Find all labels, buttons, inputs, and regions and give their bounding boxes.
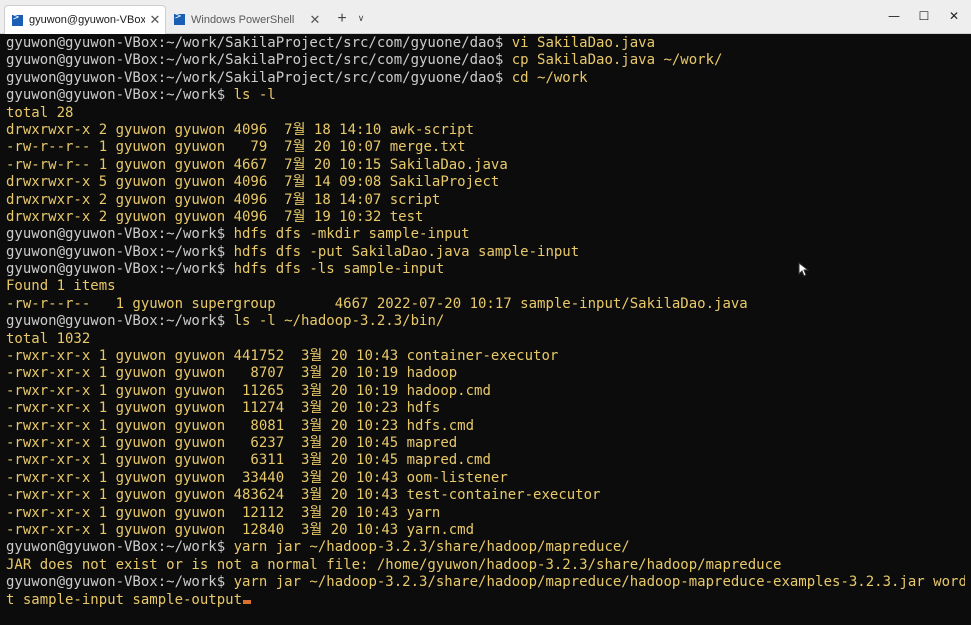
tab-windows-powershell[interactable]: Windows PowerShell ✕: [167, 5, 325, 34]
output-line: -rwxr-xr-x 1 gyuwon gyuwon 8707 3월 20 10…: [6, 365, 965, 382]
command-text: cd ~/work: [511, 69, 588, 86]
output-text: Found 1 items: [6, 278, 116, 295]
output-line: -rwxr-xr-x 1 gyuwon gyuwon 8081 3월 20 10…: [6, 418, 965, 435]
command-text: yarn jar ~/hadoop-3.2.3/share/hadoop/map…: [233, 574, 965, 591]
output-line: t sample-input sample-output: [6, 592, 965, 609]
output-line: -rw-r--r-- 1 gyuwon gyuwon 79 7월 20 10:0…: [6, 139, 965, 156]
output-text: drwxrwxr-x 2 gyuwon gyuwon 4096 7월 18 14…: [6, 191, 441, 208]
prompt-text: gyuwon@gyuwon-VBox:~/work$: [6, 87, 234, 104]
output-line: -rwxr-xr-x 1 gyuwon gyuwon 11274 3월 20 1…: [6, 400, 965, 417]
close-window-button[interactable]: ✕: [939, 6, 969, 26]
output-text: drwxrwxr-x 2 gyuwon gyuwon 4096 7월 18 14…: [6, 121, 475, 138]
command-line: gyuwon@gyuwon-VBox:~/work$ hdfs dfs -ls …: [6, 261, 965, 278]
prompt-text: gyuwon@gyuwon-VBox:~/work/SakilaProject/…: [6, 69, 512, 86]
output-text: -rwxr-xr-x 1 gyuwon gyuwon 441752 3월 20 …: [6, 348, 559, 365]
output-line: -rwxr-xr-x 1 gyuwon gyuwon 33440 3월 20 1…: [6, 470, 965, 487]
output-line: -rw-r--r-- 1 gyuwon supergroup 4667 2022…: [6, 296, 965, 313]
output-line: -rwxr-xr-x 1 gyuwon gyuwon 6237 3월 20 10…: [6, 435, 965, 452]
prompt-text: gyuwon@gyuwon-VBox:~/work$: [6, 226, 234, 243]
command-text: hdfs dfs -ls sample-input: [233, 261, 445, 278]
tab-label: gyuwon@gyuwon-VBox: ~/v: [29, 14, 145, 26]
output-text: -rwxr-xr-x 1 gyuwon gyuwon 6311 3월 20 10…: [6, 452, 491, 469]
output-line: -rw-rw-r-- 1 gyuwon gyuwon 4667 7월 20 10…: [6, 157, 965, 174]
output-line: drwxrwxr-x 2 gyuwon gyuwon 4096 7월 18 14…: [6, 122, 965, 139]
command-line: gyuwon@gyuwon-VBox:~/work$ hdfs dfs -put…: [6, 244, 965, 261]
prompt-text: gyuwon@gyuwon-VBox:~/work$: [6, 313, 234, 330]
command-text: hdfs dfs -put SakilaDao.java sample-inpu…: [233, 243, 580, 260]
output-line: drwxrwxr-x 2 gyuwon gyuwon 4096 7월 19 10…: [6, 209, 965, 226]
output-text: -rwxr-xr-x 1 gyuwon gyuwon 6237 3월 20 10…: [6, 434, 458, 451]
output-text: drwxrwxr-x 2 gyuwon gyuwon 4096 7월 19 10…: [6, 208, 424, 225]
prompt-text: gyuwon@gyuwon-VBox:~/work/SakilaProject/…: [6, 52, 512, 69]
output-line: total 28: [6, 105, 965, 122]
prompt-text: gyuwon@gyuwon-VBox:~/work$: [6, 539, 234, 556]
command-text: cp SakilaDao.java ~/work/: [511, 52, 723, 69]
output-line: Found 1 items: [6, 278, 965, 295]
command-line: gyuwon@gyuwon-VBox:~/work$ hdfs dfs -mkd…: [6, 226, 965, 243]
output-text: -rwxr-xr-x 1 gyuwon gyuwon 8707 3월 20 10…: [6, 365, 458, 382]
command-line: gyuwon@gyuwon-VBox:~/work/SakilaProject/…: [6, 35, 965, 52]
maximize-button[interactable]: ☐: [909, 6, 939, 26]
prompt-text: gyuwon@gyuwon-VBox:~/work$: [6, 574, 234, 591]
close-icon[interactable]: ✕: [145, 12, 165, 28]
output-text: -rwxr-xr-x 1 gyuwon gyuwon 33440 3월 20 1…: [6, 469, 508, 486]
output-line: -rwxr-xr-x 1 gyuwon gyuwon 11265 3월 20 1…: [6, 383, 965, 400]
minimize-button[interactable]: —: [879, 6, 909, 26]
command-text: vi SakilaDao.java: [511, 35, 656, 51]
text-cursor: [243, 599, 252, 604]
output-text: -rw-r--r-- 1 gyuwon gyuwon 79 7월 20 10:0…: [6, 139, 466, 156]
output-line: -rwxr-xr-x 1 gyuwon gyuwon 12112 3월 20 1…: [6, 505, 965, 522]
command-line: gyuwon@gyuwon-VBox:~/work/SakilaProject/…: [6, 70, 965, 87]
output-line: -rwxr-xr-x 1 gyuwon gyuwon 6311 3월 20 10…: [6, 452, 965, 469]
prompt-text: gyuwon@gyuwon-VBox:~/work$: [6, 261, 234, 278]
output-text: JAR does not exist or is not a normal fi…: [6, 556, 782, 573]
command-line: gyuwon@gyuwon-VBox:~/work$ ls -l: [6, 87, 965, 104]
powershell-icon: [174, 11, 185, 25]
output-line: -rwxr-xr-x 1 gyuwon gyuwon 12840 3월 20 1…: [6, 522, 965, 539]
output-text: -rw-rw-r-- 1 gyuwon gyuwon 4667 7월 20 10…: [6, 156, 508, 173]
output-text: -rwxr-xr-x 1 gyuwon gyuwon 11274 3월 20 1…: [6, 400, 441, 417]
prompt-text: gyuwon@gyuwon-VBox:~/work$: [6, 243, 234, 260]
mouse-pointer-icon: [798, 262, 810, 277]
command-line: gyuwon@gyuwon-VBox:~/work$ yarn jar ~/ha…: [6, 574, 965, 591]
output-text: total 1032: [6, 330, 91, 347]
output-text: -rwxr-xr-x 1 gyuwon gyuwon 8081 3월 20 10…: [6, 417, 475, 434]
command-text: hdfs dfs -mkdir sample-input: [233, 226, 470, 243]
output-text: t sample-input sample-output: [6, 591, 243, 608]
new-tab-button[interactable]: +: [333, 10, 351, 28]
command-text: ls -l: [233, 87, 276, 104]
output-line: JAR does not exist or is not a normal fi…: [6, 557, 965, 574]
command-line: gyuwon@gyuwon-VBox:~/work$ yarn jar ~/ha…: [6, 539, 965, 556]
output-line: total 1032: [6, 331, 965, 348]
command-text: yarn jar ~/hadoop-3.2.3/share/hadoop/map…: [233, 539, 630, 556]
tab-gyuwon-vbox[interactable]: gyuwon@gyuwon-VBox: ~/v ✕: [4, 5, 166, 34]
output-text: -rw-r--r-- 1 gyuwon supergroup 4667 2022…: [6, 295, 748, 312]
terminal-output[interactable]: gyuwon@gyuwon-VBox:~/work/SakilaProject/…: [6, 35, 965, 621]
output-line: -rwxr-xr-x 1 gyuwon gyuwon 483624 3월 20 …: [6, 487, 965, 504]
output-text: drwxrwxr-x 5 gyuwon gyuwon 4096 7월 14 09…: [6, 174, 500, 191]
output-text: total 28: [6, 104, 74, 121]
command-line: gyuwon@gyuwon-VBox:~/work/SakilaProject/…: [6, 52, 965, 69]
tab-label: Windows PowerShell: [191, 13, 295, 26]
chevron-down-icon[interactable]: ∨: [354, 11, 368, 27]
output-text: -rwxr-xr-x 1 gyuwon gyuwon 12112 3월 20 1…: [6, 504, 441, 521]
powershell-icon: [12, 12, 23, 26]
output-text: -rwxr-xr-x 1 gyuwon gyuwon 11265 3월 20 1…: [6, 382, 491, 399]
title-bar: gyuwon@gyuwon-VBox: ~/v ✕ Windows PowerS…: [0, 0, 971, 34]
output-text: -rwxr-xr-x 1 gyuwon gyuwon 483624 3월 20 …: [6, 487, 601, 504]
prompt-text: gyuwon@gyuwon-VBox:~/work/SakilaProject/…: [6, 35, 512, 51]
output-line: drwxrwxr-x 5 gyuwon gyuwon 4096 7월 14 09…: [6, 174, 965, 191]
close-icon[interactable]: ✕: [305, 12, 325, 28]
command-text: ls -l ~/hadoop-3.2.3/bin/: [233, 313, 445, 330]
output-text: -rwxr-xr-x 1 gyuwon gyuwon 12840 3월 20 1…: [6, 521, 475, 538]
output-line: -rwxr-xr-x 1 gyuwon gyuwon 441752 3월 20 …: [6, 348, 965, 365]
command-line: gyuwon@gyuwon-VBox:~/work$ ls -l ~/hadoo…: [6, 313, 965, 330]
output-line: drwxrwxr-x 2 gyuwon gyuwon 4096 7월 18 14…: [6, 192, 965, 209]
